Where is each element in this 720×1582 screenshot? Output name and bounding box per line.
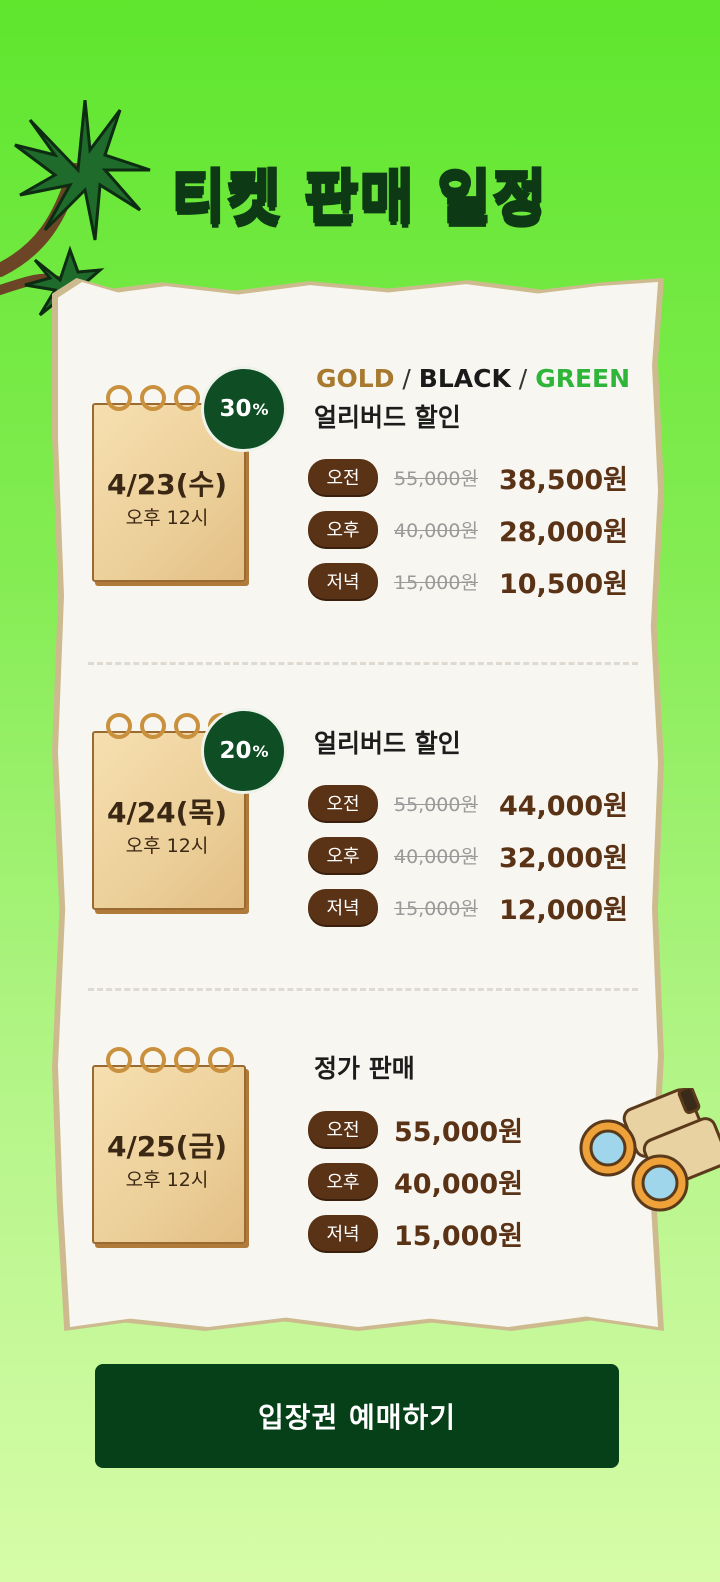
sale-date: 4/23(수) [106,468,228,501]
discounted-price: 38,500원 [498,465,628,496]
time-slot-pill: 저녁 [308,889,378,925]
time-slot-pill: 오후 [308,837,378,873]
book-ticket-button[interactable]: 입장권 예매하기 [95,1364,619,1468]
sale-time: 오후 12시 [125,507,209,529]
discounted-price: 10,500원 [498,569,628,600]
sale-time: 오후 12시 [125,835,209,857]
section-label: 얼리버드 할인 [314,403,461,432]
time-slot-pill: 오전 [308,459,378,495]
discount-badge: 30% [201,366,287,452]
section-label: 얼리버드 할인 [314,729,461,758]
sale-time: 오후 12시 [125,1169,209,1191]
binoculars-icon [579,1088,720,1212]
calendar-icon: 4/25(금) 오후 12시 [92,1047,246,1244]
time-slot-pill: 오전 [308,785,378,821]
regular-price: 55,000원 [394,1117,524,1148]
discounted-price: 44,000원 [498,791,628,822]
price-row: 오전 55,000원 44,000원 [308,783,628,823]
price-row: 오후 40,000원 28,000원 [308,509,628,549]
original-price: 55,000원 [394,794,478,816]
time-slot-pill: 오후 [308,1163,378,1199]
price-row: 저녁 15,000원 10,500원 [308,561,628,601]
discounted-price: 12,000원 [498,895,628,926]
time-slot-pill: 저녁 [308,1215,378,1251]
sale-date: 4/25(금) [106,1130,228,1163]
discount-badge: 20% [201,708,287,794]
original-price: 55,000원 [394,468,478,490]
original-price: 15,000원 [394,572,478,594]
discounted-price: 28,000원 [498,517,628,548]
section-divider [88,662,638,665]
price-row: 오후 40,000원 32,000원 [308,835,628,875]
time-slot-pill: 저녁 [308,563,378,599]
section-divider [88,988,638,991]
price-row: 오전 55,000원 38,500원 [308,457,628,497]
seat-grades: GOLD / BLACK / GREEN [316,364,631,393]
price-row: 저녁 15,000원 12,000원 [308,887,628,927]
regular-price: 15,000원 [394,1221,524,1252]
original-price: 15,000원 [394,898,478,920]
original-price: 40,000원 [394,520,478,542]
section-label: 정가 판매 [314,1054,415,1083]
time-slot-pill: 오후 [308,511,378,547]
price-row: 저녁 15,000원 [308,1213,628,1253]
regular-price: 40,000원 [394,1169,524,1200]
original-price: 40,000원 [394,846,478,868]
page-title: 티켓 판매 일정 [170,162,549,233]
discounted-price: 32,000원 [498,843,628,874]
sale-date: 4/24(목) [106,796,228,829]
time-slot-pill: 오전 [308,1111,378,1147]
